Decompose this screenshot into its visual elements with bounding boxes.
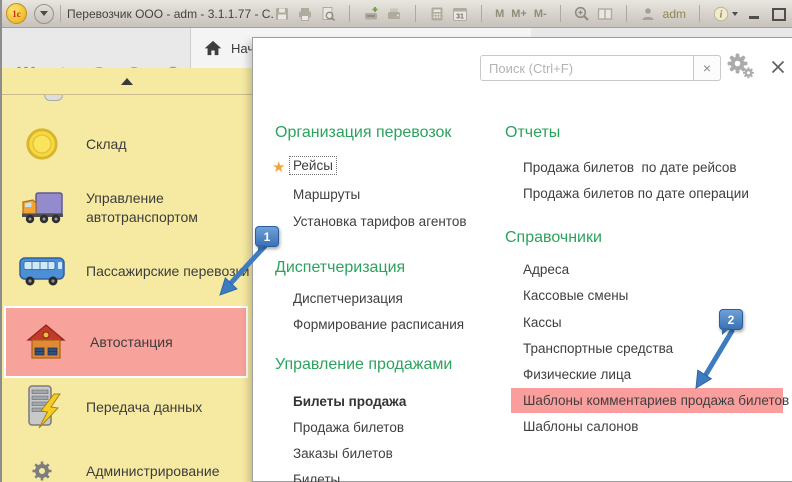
print-icon[interactable] xyxy=(297,6,313,22)
info-menu-button[interactable]: i xyxy=(713,6,738,22)
save-icon[interactable] xyxy=(274,6,290,22)
sidebar-scroll-up[interactable] xyxy=(2,68,252,95)
menu-link-bilety[interactable]: Билеты xyxy=(293,472,340,482)
svg-text:i: i xyxy=(720,9,723,20)
annotation-number: 2 xyxy=(728,313,735,327)
sidebar-item-label: Пассажирские перевозки xyxy=(86,262,249,281)
window-title: Перевозчик ООО - adm - 3.1.1.77 - С... (… xyxy=(67,7,274,21)
settings-gears-icon[interactable] xyxy=(724,53,756,83)
sidebar-item-avtostantsiya[interactable]: Автостанция xyxy=(4,306,248,378)
divider xyxy=(349,5,350,22)
calendar-icon[interactable]: 31 xyxy=(452,6,468,22)
server-icon xyxy=(18,384,66,430)
sidebar-item-peredacha-dannykh[interactable]: Передача данных xyxy=(2,382,248,432)
section-header: Диспетчеризация xyxy=(275,259,405,277)
memory-subtract-button[interactable]: M- xyxy=(534,8,547,20)
menu-link-ustanovka-tarifov[interactable]: Установка тарифов агентов xyxy=(293,214,467,229)
menu-link-kassy[interactable]: Кассы xyxy=(523,315,562,330)
menu-link-prodazha-biletov[interactable]: Продажа билетов xyxy=(293,420,404,435)
logo-text: 1с xyxy=(12,9,21,19)
menu-link-adresa[interactable]: Адреса xyxy=(523,262,569,277)
chevron-down-icon xyxy=(40,11,48,16)
minimize-icon xyxy=(749,16,759,19)
split-window-icon[interactable] xyxy=(597,6,613,22)
sidebar-item-label: Склад xyxy=(86,135,127,154)
menu-link-kassovye-smeny[interactable]: Кассовые смены xyxy=(523,288,628,303)
divider xyxy=(415,5,416,22)
info-icon: i xyxy=(713,6,729,22)
sidebar-item-passazhirskie-perevozki[interactable]: Пассажирские перевозки xyxy=(2,246,248,296)
section-header: Отчеты xyxy=(505,124,560,142)
menu-link-prodazha-po-date-operatsii[interactable]: Продажа билетов по дате операции xyxy=(523,186,749,201)
zoom-in-icon[interactable] xyxy=(574,6,590,22)
section-header: Управление продажами xyxy=(275,356,452,374)
menu-link-transportnye-sredstva[interactable]: Транспортные средства xyxy=(523,341,673,356)
annotation-number: 1 xyxy=(264,230,271,244)
menu-link-bilety-prodazha[interactable]: Билеты продажа xyxy=(293,394,406,409)
menu-link-fizicheskie-litsa[interactable]: Физические лица xyxy=(523,367,631,382)
coin-icon xyxy=(18,127,66,161)
print-device-icon[interactable] xyxy=(386,6,402,22)
chevron-down-icon xyxy=(732,12,738,16)
partial-scrolled-icon xyxy=(44,95,63,101)
sidebar-item-label: Автостанция xyxy=(90,333,173,352)
menu-link-zakazy-biletov[interactable]: Заказы билетов xyxy=(293,446,393,461)
1c-logo-icon: 1с xyxy=(6,3,27,24)
section-header: Справочники xyxy=(505,229,602,247)
menu-link-marshruty[interactable]: Маршруты xyxy=(293,187,360,202)
menu-link-label: Рейсы xyxy=(290,157,336,174)
sidebar-item-upravlenie-avtotransportom[interactable]: Управление автотранспортом xyxy=(2,180,248,236)
divider xyxy=(699,5,700,22)
gear-icon xyxy=(18,461,66,481)
close-icon[interactable] xyxy=(770,59,786,75)
menu-link-formirovanie-raspisaniya[interactable]: Формирование расписания xyxy=(293,317,464,332)
menu-link-reisy[interactable]: Рейсы xyxy=(290,158,336,173)
search-input[interactable] xyxy=(480,55,693,81)
maximize-icon xyxy=(772,8,786,21)
search-clear-button[interactable]: × xyxy=(693,55,721,81)
menu-link-shablony-salonov[interactable]: Шаблоны салонов xyxy=(523,419,638,434)
system-menu-button[interactable] xyxy=(34,4,54,24)
search-group: × xyxy=(480,55,721,81)
attach-device-icon[interactable] xyxy=(363,6,379,22)
memory-recall-button[interactable]: M xyxy=(495,8,504,20)
menu-link-prodazha-po-date-reisov[interactable]: Продажа билетов по дате рейсов xyxy=(523,160,737,175)
menu-link-label: Шаблоны комментариев продажа билетов xyxy=(523,393,789,408)
menu-link-shablony-kommentariev[interactable]: Шаблоны комментариев продажа билетов xyxy=(511,388,783,413)
divider xyxy=(60,5,61,22)
bus-station-icon xyxy=(22,322,70,362)
annotation-step-2: 2 xyxy=(719,309,743,330)
calculator-icon[interactable] xyxy=(429,6,445,22)
annotation-step-1: 1 xyxy=(255,226,279,247)
favorite-star-icon[interactable]: ★ xyxy=(272,160,285,175)
memory-add-button[interactable]: M+ xyxy=(511,8,527,20)
maximize-button[interactable] xyxy=(770,6,788,22)
sections-sidebar: Склад Управление автотранспортом Пассажи… xyxy=(2,68,252,482)
sidebar-item-administrirovanie[interactable]: Администрирование xyxy=(2,457,248,482)
bus-icon xyxy=(18,252,66,290)
user-icon xyxy=(640,6,656,22)
sidebar-item-sklad[interactable]: Склад xyxy=(2,120,248,168)
functions-menu-panel: × Организация перевозок ★ Рейсы Маршруты… xyxy=(252,37,792,482)
title-bar: 1с Перевозчик ООО - adm - 3.1.1.77 - С..… xyxy=(2,0,792,28)
minimize-button[interactable] xyxy=(745,6,763,22)
app-window: 1с Перевозчик ООО - adm - 3.1.1.77 - С..… xyxy=(0,0,792,482)
home-icon xyxy=(203,38,223,58)
titlebar-toolbar: 31 M M+ M- adm i xyxy=(274,5,788,22)
chevron-up-icon xyxy=(121,78,133,85)
divider xyxy=(626,5,627,22)
truck-icon xyxy=(18,188,66,228)
sidebar-item-label: Управление автотранспортом xyxy=(86,189,244,227)
menu-link-dispetcherizatsiya[interactable]: Диспетчеризация xyxy=(293,291,403,306)
section-header: Организация перевозок xyxy=(275,124,451,142)
print-preview-icon[interactable] xyxy=(320,6,336,22)
sidebar-item-label: Передача данных xyxy=(86,398,202,417)
user-name[interactable]: adm xyxy=(663,7,686,21)
divider xyxy=(560,5,561,22)
sidebar-item-label: Администрирование xyxy=(86,462,220,481)
calendar-day: 31 xyxy=(456,13,464,20)
divider xyxy=(481,5,482,22)
